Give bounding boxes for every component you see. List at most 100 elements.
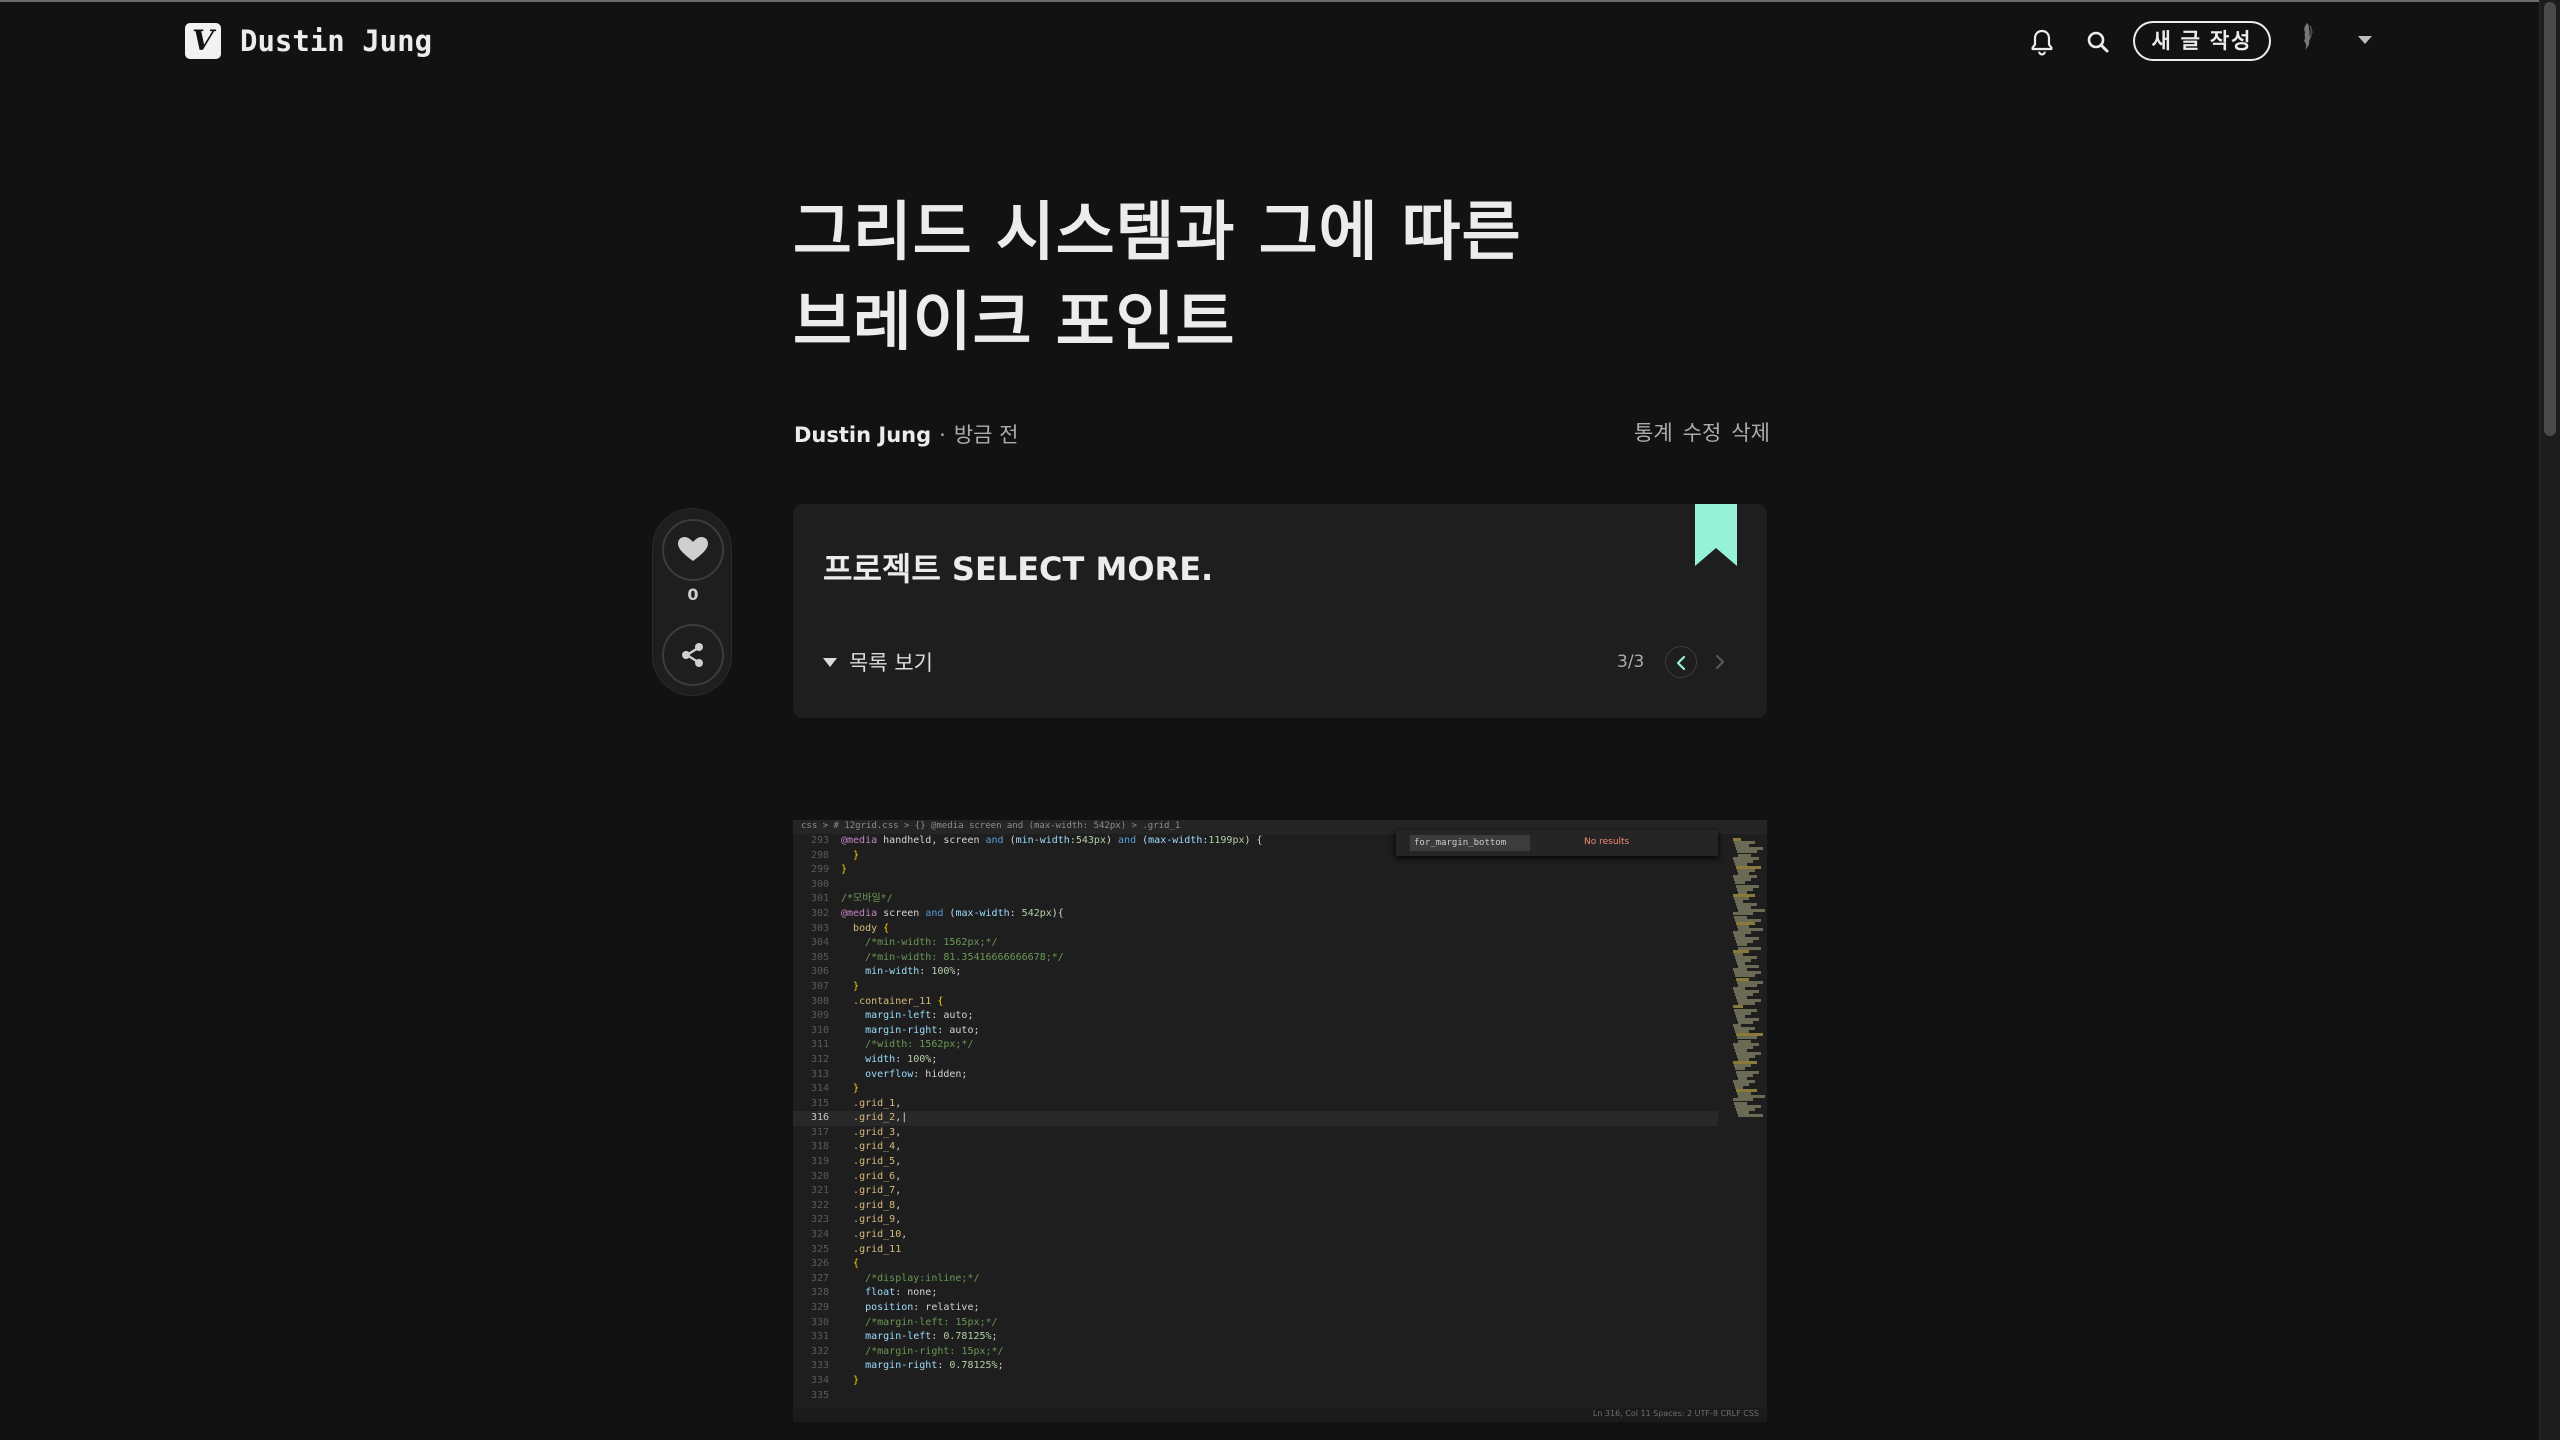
line-number: 326	[810, 1258, 829, 1270]
code-text: .grid_7,	[853, 1185, 902, 1197]
edit-link[interactable]: 수정	[1683, 421, 1722, 445]
search-icon[interactable]	[2078, 22, 2118, 62]
line-number: 315	[810, 1097, 829, 1109]
post-actions: 통계 수정 삭제	[1624, 418, 1770, 448]
line-number: 316	[810, 1112, 829, 1124]
line-number: 321	[810, 1185, 829, 1197]
code-line: 306 min-width: 100%;	[793, 965, 1718, 980]
find-widget: for_margin_bottom No results	[1396, 830, 1718, 856]
line-number: 293	[810, 835, 829, 846]
bell-icon[interactable]	[2022, 22, 2062, 62]
toc-toggle[interactable]: 목록 보기	[823, 648, 933, 678]
code-line: 316 .grid_2,|	[793, 1111, 1718, 1126]
code-text: margin-right: auto;	[865, 1024, 980, 1036]
code-text: margin-right: 0.78125%;	[865, 1360, 1004, 1372]
editor-status-bar: Ln 316, Col 11 Spaces: 2 UTF-8 CRLF CSS	[793, 1408, 1767, 1422]
code-line: 307 }	[793, 980, 1718, 995]
delete-link[interactable]: 삭제	[1731, 421, 1770, 445]
code-line: 308 .container_11 {	[793, 995, 1718, 1010]
post-title-line-1: 그리드 시스템과 그에 따른	[793, 196, 1522, 270]
series-prev-button[interactable]	[1665, 646, 1697, 678]
code-line: 335	[793, 1389, 1718, 1404]
line-number: 328	[810, 1287, 829, 1299]
code-text: @media handheld, screen and (min-width:5…	[841, 835, 1263, 846]
code-line: 331 margin-left: 0.78125%;	[793, 1330, 1718, 1345]
code-line: 321 .grid_7,	[793, 1184, 1718, 1199]
code-text: margin-left: 0.78125%;	[865, 1331, 998, 1343]
code-text: /*min-width: 1562px;*/	[865, 937, 998, 949]
code-text: /*margin-left: 15px;*/	[865, 1316, 998, 1328]
code-line: 330 /*margin-left: 15px;*/	[793, 1316, 1718, 1331]
line-number: 320	[810, 1170, 829, 1182]
share-button[interactable]	[662, 624, 724, 686]
code-text: float: none;	[865, 1287, 938, 1299]
side-action-bar: 0	[652, 508, 732, 696]
code-line: 332 /*margin-right: 15px;*/	[793, 1345, 1718, 1360]
code-text: .grid_2,|	[853, 1112, 908, 1124]
line-number: 311	[810, 1039, 829, 1051]
line-number: 335	[810, 1389, 829, 1401]
code-text: @media screen and (max-width: 542px){	[841, 907, 1064, 919]
like-button[interactable]	[662, 519, 724, 581]
code-lines: 293 @media handheld, screen and (min-widt…	[793, 834, 1718, 1403]
line-number: 325	[810, 1243, 829, 1255]
code-text: /*margin-right: 15px;*/	[865, 1345, 1004, 1357]
post-time: 방금 전	[953, 423, 1019, 447]
series-name[interactable]: 프로젝트 SELECT MORE.	[823, 544, 1213, 590]
line-number: 332	[810, 1345, 829, 1357]
chevron-left-icon	[1676, 655, 1686, 671]
bookmark-icon	[1695, 504, 1737, 566]
velog-logo[interactable]: V	[185, 23, 221, 59]
avatar[interactable]	[2296, 20, 2322, 56]
code-text: .grid_5,	[853, 1156, 902, 1168]
line-number: 302	[810, 907, 829, 919]
code-line: 327 /*display:inline;*/	[793, 1272, 1718, 1287]
toc-toggle-label: 목록 보기	[849, 651, 933, 675]
line-number: 329	[810, 1302, 829, 1313]
post-title-line-2: 브레이크 포인트	[793, 286, 1236, 360]
line-number: 298	[810, 849, 829, 861]
code-line: 323 .grid_9,	[793, 1213, 1718, 1228]
code-line: 318 .grid_4,	[793, 1140, 1718, 1155]
post-meta: Dustin Jung · 방금 전	[794, 420, 1018, 450]
code-text: .container_11 {	[853, 995, 944, 1007]
line-number: 327	[810, 1272, 829, 1284]
code-text: .grid_10,	[853, 1229, 908, 1241]
code-text: .grid_8,	[853, 1199, 902, 1211]
editor-minimap	[1731, 834, 1767, 1406]
author-link[interactable]: Dustin Jung	[794, 423, 931, 447]
code-text: /*display:inline;*/	[865, 1272, 980, 1284]
code-line: 312 width: 100%;	[793, 1053, 1718, 1068]
code-text: .grid_9,	[853, 1214, 902, 1226]
line-number: 330	[810, 1316, 829, 1328]
line-number: 318	[810, 1141, 829, 1153]
code-text: /*width: 1562px;*/	[865, 1039, 974, 1051]
new-post-button[interactable]: 새 글 작성	[2133, 21, 2271, 61]
code-text: .grid_1,	[853, 1097, 902, 1109]
code-text: body {	[853, 922, 890, 934]
blog-title[interactable]: Dustin Jung	[240, 22, 432, 60]
line-number: 310	[810, 1024, 829, 1036]
meta-separator: ·	[939, 423, 946, 447]
line-number: 333	[810, 1360, 829, 1372]
minimap-line	[1738, 1113, 1763, 1117]
code-line: 325 .grid_11	[793, 1243, 1718, 1258]
code-text: .grid_3,	[853, 1126, 902, 1138]
line-number: 331	[810, 1331, 829, 1343]
window-top-border	[0, 0, 2560, 2]
chevron-down-icon[interactable]	[2358, 36, 2372, 44]
stats-link[interactable]: 통계	[1634, 421, 1673, 445]
chevron-right-icon	[1716, 655, 1724, 669]
find-status: No results	[1584, 837, 1630, 847]
scrollbar-thumb[interactable]	[2544, 2, 2556, 436]
line-number: 323	[810, 1214, 829, 1226]
series-next-button[interactable]	[1703, 646, 1735, 678]
code-text: min-width: 100%;	[865, 966, 962, 978]
line-number: 334	[810, 1374, 829, 1386]
code-line: 319 .grid_5,	[793, 1155, 1718, 1170]
line-number: 312	[810, 1053, 829, 1065]
code-text: position: relative;	[865, 1302, 980, 1313]
code-text: }	[841, 864, 848, 876]
code-text: margin-left: auto;	[865, 1010, 974, 1022]
line-number: 305	[810, 951, 829, 963]
